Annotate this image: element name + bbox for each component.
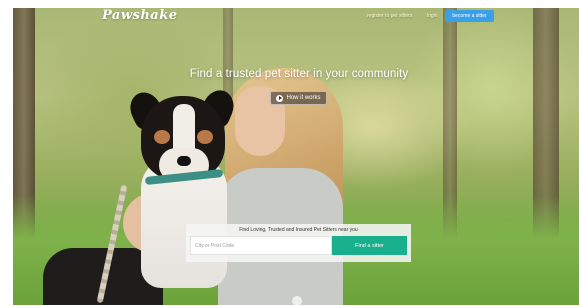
location-search-input[interactable]: City or Post Code: [190, 236, 332, 255]
dog-nose: [177, 156, 191, 166]
dog-marking: [197, 130, 213, 144]
search-caption: Find Loving, Trusted and Insured Pet Sit…: [239, 227, 358, 233]
how-it-works-label: How it works: [286, 95, 321, 101]
search-row: City or Post Code Find a sitter: [190, 236, 407, 255]
find-sitter-button[interactable]: Find a sitter: [332, 236, 407, 255]
hero-headline: Find a trusted pet sitter in your commun…: [189, 68, 409, 80]
play-icon: [276, 94, 284, 102]
site-logo[interactable]: Pawshake: [102, 8, 178, 23]
register-link[interactable]: register to pet sitters: [367, 13, 412, 19]
login-link[interactable]: login: [427, 13, 438, 19]
become-sitter-button[interactable]: become a sitter: [445, 10, 494, 22]
dog-marking: [154, 130, 170, 144]
search-panel: Find Loving, Trusted and Insured Pet Sit…: [186, 224, 411, 262]
how-it-works-button[interactable]: How it works: [270, 91, 327, 105]
